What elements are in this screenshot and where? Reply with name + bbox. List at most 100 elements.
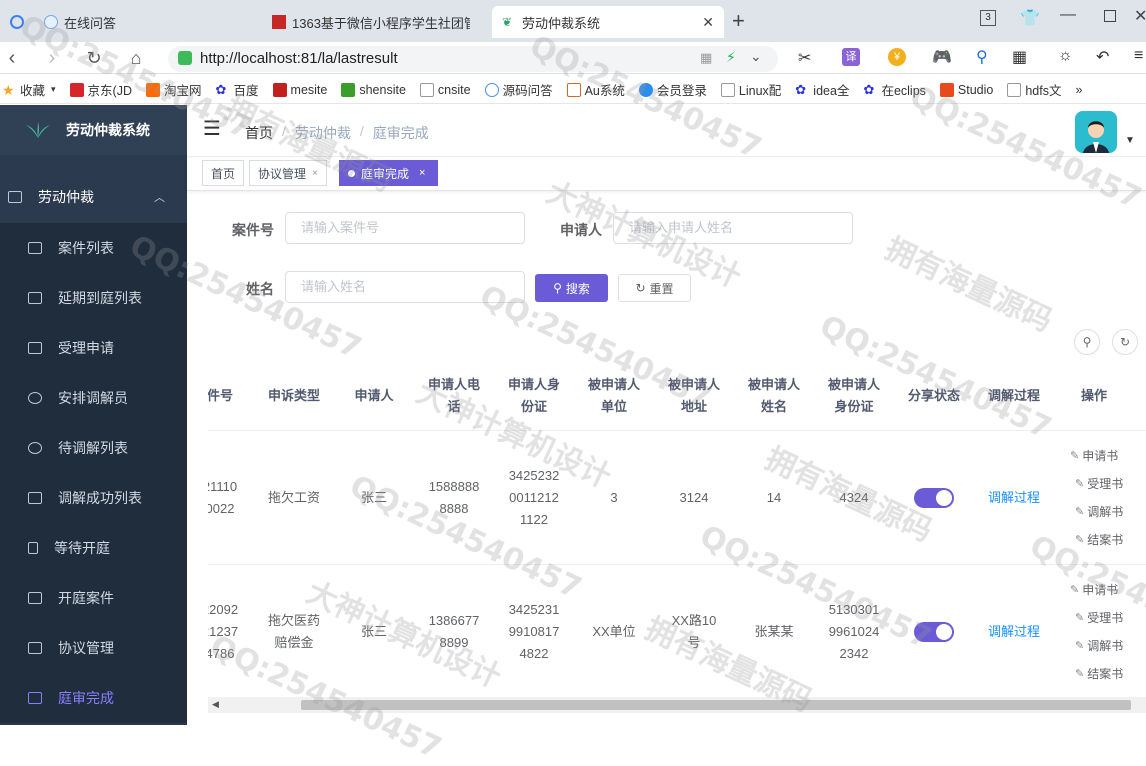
caret-down-icon[interactable]: ▼ [1125, 135, 1135, 146]
tag-agreements[interactable]: 协议管理 × [249, 160, 327, 186]
horizontal-scrollbar[interactable]: ◀ [208, 697, 1146, 713]
table-cell [894, 565, 974, 697]
bookmark-item[interactable]: 会员登录 [638, 80, 707, 99]
minimize-icon[interactable]: — [1060, 6, 1076, 24]
coin-icon[interactable]: ¥ [888, 48, 906, 66]
table-cell: 1386677 8899 [414, 565, 494, 697]
search-button[interactable]: ⚲ 搜索 [535, 274, 608, 302]
tag-home[interactable]: 首页 [202, 160, 245, 186]
close-tab-icon[interactable]: ✕ [702, 14, 714, 31]
bookmark-item[interactable]: hdfs文 [1007, 80, 1062, 99]
application-doc-link[interactable]: ✎ 申请书 [1070, 442, 1118, 470]
sidebar-item-deferred[interactable]: 延期到庭列表 [0, 273, 187, 323]
mediation-process-link[interactable]: 调解过程 [988, 487, 1040, 509]
acceptance-doc-link[interactable]: ✎ 受理书 [1075, 604, 1123, 632]
tag-trial-complete[interactable]: 庭审完成 × [339, 160, 438, 186]
bookmark-item[interactable]: ✿ 在eclips [863, 80, 925, 99]
tab-counter[interactable]: 3 [980, 10, 996, 26]
column-header: 被申请人地址 [667, 377, 720, 414]
case-icon [8, 191, 22, 203]
scroll-left-icon[interactable]: ◀ [212, 699, 219, 710]
home-icon[interactable]: ⌂ [124, 46, 148, 70]
refresh-table-icon[interactable]: ↻ [1112, 329, 1138, 355]
bookmark-item[interactable]: mesite [272, 82, 327, 97]
apps-icon[interactable]: ▦ [1012, 47, 1027, 67]
bookmark-item[interactable]: 淘宝网 [146, 80, 202, 99]
chevron-down-icon[interactable]: ⌄ [750, 48, 762, 65]
bookmarks-more[interactable]: » [1076, 83, 1083, 97]
avatar[interactable] [1075, 111, 1117, 153]
game-icon[interactable]: 🎮 [932, 47, 952, 67]
lightning-icon[interactable]: ⚡ [726, 49, 736, 66]
bookmark-item[interactable]: Linux配 [720, 80, 781, 99]
table-cell: ✎ 申请书 ✎ 受理书 ✎ 调解书 ✎ 结案书 [1054, 431, 1146, 564]
browser-tab-project[interactable]: 1363基于微信小程序学生社团管 [262, 6, 490, 38]
bookmark-item[interactable]: ✿ 百度 [216, 80, 259, 99]
applicant-input[interactable]: 请输入申请人姓名 [613, 212, 853, 244]
new-tab-button[interactable]: + [732, 8, 745, 34]
name-input[interactable]: 请输入姓名 [285, 271, 525, 303]
sidebar-group-arbitration[interactable]: 劳动仲裁 ︿ [0, 171, 187, 223]
shirt-icon[interactable]: 👕 [1020, 8, 1040, 28]
sidebar-item-awaiting-trial[interactable]: 等待开庭 [0, 523, 187, 573]
sidebar-item-trial-complete[interactable]: 庭审完成 [0, 673, 187, 723]
close-tag-icon[interactable]: × [312, 168, 318, 179]
table-cell: XX单位 [592, 623, 636, 639]
mediation-process-link[interactable]: 调解过程 [988, 621, 1040, 643]
bookmark-item[interactable]: 源码问答 [484, 80, 553, 99]
bookmark-item[interactable]: ★ 收藏 ▾ [2, 80, 56, 99]
share-status-toggle[interactable] [914, 487, 954, 508]
sidebar-item-trial-cases[interactable]: 开庭案件 [0, 573, 187, 623]
bookmark-item[interactable]: cnsite [419, 82, 471, 97]
bookmark-item[interactable]: ✿ idea全 [795, 80, 849, 99]
table-cell: 1588888 8888 [414, 431, 494, 564]
browser-tab-qa[interactable]: 在线问答 [0, 6, 256, 38]
bookmark-item[interactable]: Studio [939, 82, 993, 97]
sidebar-item-case-list[interactable]: 案件列表 [0, 223, 187, 273]
application-doc-link[interactable]: ✎ 申请书 [1070, 576, 1118, 604]
closing-doc-link[interactable]: ✎ 结案书 [1075, 526, 1123, 554]
case-no-input[interactable]: 请输入案件号 [285, 212, 525, 244]
reset-button[interactable]: ↻ 重置 [618, 274, 691, 302]
maximize-icon[interactable] [1104, 10, 1116, 22]
sidebar-item-assign-mediator[interactable]: 安排调解员 [0, 373, 187, 423]
forward-icon[interactable]: › [40, 46, 64, 70]
sidebar-item-accept[interactable]: 受理申请 [0, 323, 187, 373]
reload-icon[interactable]: ↻ [82, 46, 106, 70]
share-status-toggle[interactable] [914, 621, 954, 642]
column-header: 分享状态 [907, 388, 960, 403]
sidebar-item-mediation-success[interactable]: 调解成功列表 [0, 473, 187, 523]
close-window-icon[interactable]: ✕ [1134, 6, 1146, 26]
palette-icon [28, 442, 42, 454]
toggle-search-icon[interactable]: ⚲ [1074, 329, 1100, 355]
menu-icon[interactable]: ≡ [1134, 47, 1143, 65]
hamburger-icon[interactable]: ☰ [203, 119, 221, 139]
mediation-doc-link[interactable]: ✎ 调解书 [1075, 498, 1123, 526]
table-cell: 拖欠医药 赔偿金 [254, 565, 334, 697]
result-table: 件号 申诉类型 申请人 申请人电话 申请人身份证 被申请人单位 被申请人地址 被… [208, 362, 1146, 697]
closing-doc-link[interactable]: ✎ 结案书 [1075, 660, 1123, 688]
close-tag-icon[interactable]: × [419, 167, 425, 179]
breadcrumb-arbitration[interactable]: 劳动仲裁 [295, 123, 351, 143]
brightness-icon[interactable]: ☼ [1058, 47, 1073, 65]
sidebar-item-agreements[interactable]: 协议管理 [0, 623, 187, 673]
qr-icon[interactable]: ▦ [700, 50, 712, 66]
scrollbar-thumb[interactable] [301, 700, 1131, 710]
url-field[interactable]: http://localhost:81/la/lastresult ▦ ⚡ ⌄ [168, 46, 778, 72]
undo-icon[interactable]: ↶ [1096, 47, 1109, 67]
bookmark-item[interactable]: 京东(JD [69, 80, 132, 99]
search-icon[interactable]: ⚲ [976, 47, 988, 67]
cell-text: 211100022 [208, 478, 238, 516]
sidebar-item-pending-mediation[interactable]: 待调解列表 [0, 423, 187, 473]
breadcrumb-home[interactable]: 首页 [245, 123, 273, 143]
translate-icon[interactable]: 译 [842, 48, 860, 66]
bookmark-item[interactable]: shensite [341, 82, 406, 97]
mediation-doc-link[interactable]: ✎ 调解书 [1075, 632, 1123, 660]
chevron-up-icon: ︿ [154, 192, 165, 204]
browser-tab-arbitration[interactable]: ❦ 劳动仲裁系统 ✕ [492, 6, 724, 38]
name-label: 姓名 [246, 281, 274, 297]
bookmark-item[interactable]: Au系统 [566, 80, 625, 99]
back-icon[interactable]: ‹ [0, 46, 24, 70]
acceptance-doc-link[interactable]: ✎ 受理书 [1075, 470, 1123, 498]
scissors-icon[interactable]: ✂ [798, 48, 811, 68]
